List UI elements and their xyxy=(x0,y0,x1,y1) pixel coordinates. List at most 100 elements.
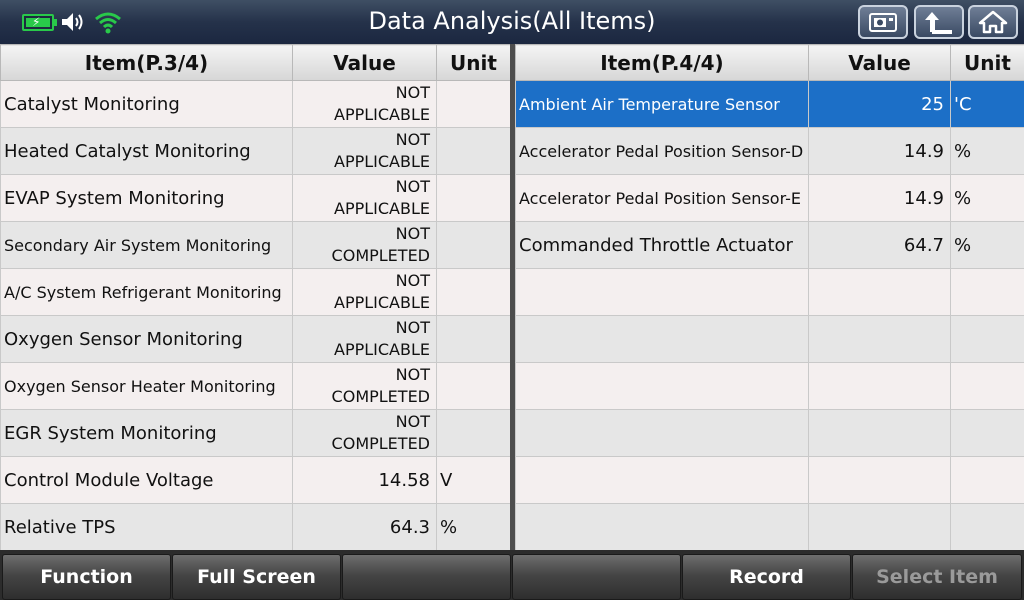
item-name: Commanded Throttle Actuator xyxy=(515,221,809,269)
item-value: NOT APPLICABLE xyxy=(292,174,437,222)
item-value xyxy=(808,503,951,551)
item-column-header: Item(P.4/4) xyxy=(515,44,809,81)
item-value: 14.9 xyxy=(808,174,951,222)
record-button[interactable]: Record xyxy=(682,554,851,600)
table-row[interactable]: Oxygen Sensor Monitoring NOT APPLICABLE xyxy=(0,315,511,363)
table-row-selected[interactable]: Ambient Air Temperature Sensor 25 'C xyxy=(515,80,1024,128)
item-value: 25 xyxy=(808,80,951,128)
item-unit xyxy=(436,221,511,269)
item-unit xyxy=(950,456,1024,504)
item-unit xyxy=(950,409,1024,457)
item-unit: % xyxy=(950,127,1024,175)
item-unit xyxy=(950,268,1024,316)
unit-column-header: Unit xyxy=(950,44,1024,81)
table-row[interactable]: Commanded Throttle Actuator 64.7 % xyxy=(515,221,1024,269)
item-value: NOT APPLICABLE xyxy=(292,127,437,175)
item-value xyxy=(808,409,951,457)
item-name xyxy=(515,268,809,316)
item-unit xyxy=(436,268,511,316)
item-value: NOT COMPLETED xyxy=(292,221,437,269)
home-icon xyxy=(978,10,1008,34)
item-value xyxy=(808,315,951,363)
item-unit: % xyxy=(436,503,511,551)
item-unit xyxy=(436,409,511,457)
home-button[interactable] xyxy=(968,5,1018,39)
item-value: 14.9 xyxy=(808,127,951,175)
item-value xyxy=(808,456,951,504)
item-name: Ambient Air Temperature Sensor xyxy=(515,80,809,128)
table-row-empty xyxy=(515,503,1024,551)
function-button[interactable]: Function xyxy=(2,554,171,600)
item-value: NOT APPLICABLE xyxy=(292,268,437,316)
item-unit xyxy=(950,315,1024,363)
title-bar: ⚡ Data Analysis(All Items) xyxy=(0,0,1024,45)
table-row[interactable]: Control Module Voltage 14.58 V xyxy=(0,456,511,504)
item-name: EVAP System Monitoring xyxy=(0,174,293,222)
table-row[interactable]: EGR System Monitoring NOT COMPLETED xyxy=(0,409,511,457)
table-row[interactable]: A/C System Refrigerant Monitoring NOT APP… xyxy=(0,268,511,316)
table-header-row: Item(P.4/4) Value Unit xyxy=(515,44,1024,81)
full-screen-button[interactable]: Full Screen xyxy=(172,554,341,600)
item-name xyxy=(515,456,809,504)
item-name: Accelerator Pedal Position Sensor-D xyxy=(515,127,809,175)
item-value: NOT COMPLETED xyxy=(292,362,437,410)
empty-button-2[interactable] xyxy=(512,554,681,600)
item-unit: V xyxy=(436,456,511,504)
empty-button-1[interactable] xyxy=(342,554,511,600)
item-unit: 'C xyxy=(950,80,1024,128)
unit-column-header: Unit xyxy=(436,44,511,81)
item-value xyxy=(808,362,951,410)
item-name xyxy=(515,315,809,363)
back-up-arrow-icon xyxy=(925,12,952,34)
table-header-row: Item(P.3/4) Value Unit xyxy=(0,44,511,81)
screenshot-icon xyxy=(869,13,897,32)
table-row-empty xyxy=(515,315,1024,363)
item-name: Heated Catalyst Monitoring xyxy=(0,127,293,175)
table-row[interactable]: Catalyst Monitoring NOT APPLICABLE xyxy=(0,80,511,128)
item-unit xyxy=(436,127,511,175)
item-name: Secondary Air System Monitoring xyxy=(0,221,293,269)
item-name: EGR System Monitoring xyxy=(0,409,293,457)
item-unit xyxy=(436,80,511,128)
item-name: Accelerator Pedal Position Sensor-E xyxy=(515,174,809,222)
item-name: A/C System Refrigerant Monitoring xyxy=(0,268,293,316)
item-name: Control Module Voltage xyxy=(0,456,293,504)
item-name: Catalyst Monitoring xyxy=(0,80,293,128)
select-item-button[interactable]: Select Item xyxy=(852,554,1022,600)
table-row[interactable]: Secondary Air System Monitoring NOT COMPL… xyxy=(0,221,511,269)
item-value: 64.3 xyxy=(292,503,437,551)
item-name xyxy=(515,409,809,457)
table-row[interactable]: Accelerator Pedal Position Sensor-D 14.9… xyxy=(515,127,1024,175)
item-value: 14.58 xyxy=(292,456,437,504)
item-name: Relative TPS xyxy=(0,503,293,551)
left-data-panel: Item(P.3/4) Value Unit Catalyst Monitori… xyxy=(0,44,511,551)
table-row[interactable]: Heated Catalyst Monitoring NOT APPLICABLE xyxy=(0,127,511,175)
table-row-empty xyxy=(515,268,1024,316)
screenshot-button[interactable] xyxy=(858,5,908,39)
value-column-header: Value xyxy=(292,44,437,81)
table-row-empty xyxy=(515,409,1024,457)
item-unit xyxy=(436,362,511,410)
table-row-empty xyxy=(515,362,1024,410)
table-row-empty xyxy=(515,456,1024,504)
item-unit xyxy=(950,503,1024,551)
item-value: NOT COMPLETED xyxy=(292,409,437,457)
item-value xyxy=(808,268,951,316)
table-row[interactable]: EVAP System Monitoring NOT APPLICABLE xyxy=(0,174,511,222)
item-unit xyxy=(436,174,511,222)
item-unit: % xyxy=(950,221,1024,269)
item-value: 64.7 xyxy=(808,221,951,269)
right-data-table: Item(P.4/4) Value Unit Ambient Air Tempe… xyxy=(515,44,1024,551)
bottom-toolbar: Function Full Screen Record Select Item xyxy=(0,550,1024,600)
table-row[interactable]: Oxygen Sensor Heater Monitoring NOT COMPL… xyxy=(0,362,511,410)
item-name xyxy=(515,362,809,410)
value-column-header: Value xyxy=(808,44,951,81)
right-data-panel: Item(P.4/4) Value Unit Ambient Air Tempe… xyxy=(515,44,1024,551)
table-row[interactable]: Relative TPS 64.3 % xyxy=(0,503,511,551)
item-unit xyxy=(950,362,1024,410)
item-unit: % xyxy=(950,174,1024,222)
back-button[interactable] xyxy=(914,5,964,39)
item-column-header: Item(P.3/4) xyxy=(0,44,293,81)
table-row[interactable]: Accelerator Pedal Position Sensor-E 14.9… xyxy=(515,174,1024,222)
item-name: Oxygen Sensor Heater Monitoring xyxy=(0,362,293,410)
